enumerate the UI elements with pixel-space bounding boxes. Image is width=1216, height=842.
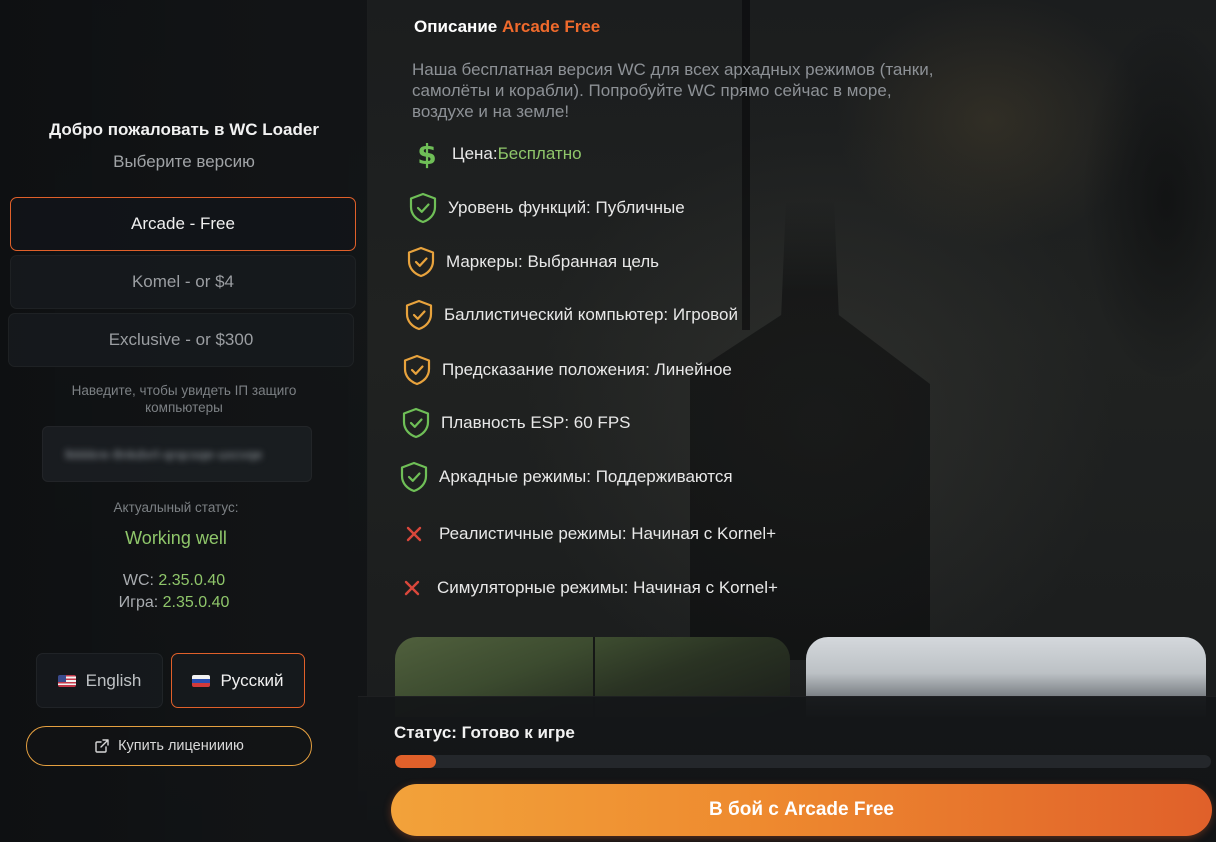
wc-version-value: 2.35.0.40 (158, 572, 226, 589)
wc-version-label: WC: (122, 572, 154, 589)
background-tree (1016, 0, 1216, 560)
progress-fill (395, 755, 436, 768)
launch-status: Статус: Готово к игре (394, 723, 575, 742)
version-label: Komel - or $4 (131, 272, 235, 291)
version-komel-button[interactable]: Komel - or $4 (10, 255, 356, 309)
dollar-icon: $ (412, 138, 442, 170)
feature-item: Баллистический компьютер: Игровой (404, 299, 738, 331)
feature-text: Предсказание положения: Линейное (442, 360, 732, 379)
version-label: Arcade - Free (131, 214, 235, 233)
buy-license-button[interactable]: Купить лиценииию (26, 726, 312, 766)
game-version-value: 2.35.0.40 (162, 594, 230, 611)
feature-text: Реалистичные режимы: Начиная с Kornel+ (439, 524, 777, 543)
sidebar: Добро пожаловать в WC Loader Выберите ве… (0, 0, 368, 842)
language-english-button[interactable]: English (36, 653, 163, 708)
description-title: Описание Arcade Free (414, 17, 600, 37)
shield-check-icon (399, 461, 429, 493)
game-version-line: Игра: 2.35.0.40 (0, 594, 348, 612)
feature-text: Маркеры: Выбранная цель (446, 252, 660, 271)
feature-item: Плавность ESP: 60 FPS (401, 407, 631, 439)
language-russian-button[interactable]: Русский (171, 653, 305, 708)
feature-item: Предсказание положения: Линейное (402, 354, 732, 386)
feature-item: Аркадные режимы: Поддерживаются (399, 461, 733, 493)
version-label: Exclusive - or $300 (108, 330, 254, 349)
choose-version-label: Выберите версию (113, 152, 255, 171)
shield-check-icon (406, 246, 436, 278)
x-icon (397, 572, 427, 604)
wc-version-line: WC: 2.35.0.40 (0, 572, 348, 590)
welcome-title: Добро пожаловать в WC Loader (49, 120, 319, 139)
version-exclusive-button[interactable]: Exclusive - or $300 (8, 313, 354, 367)
x-icon (399, 518, 429, 550)
play-button-label: В бой с Arcade Free (709, 799, 894, 820)
description-text: Наша бесплатная версия WC для всех архад… (412, 60, 934, 121)
ru-flag-icon (192, 674, 211, 687)
shield-check-icon (401, 407, 431, 439)
progress-bar (395, 755, 1211, 768)
language-label: English (85, 670, 142, 690)
buy-license-label: Купить лиценииию (118, 738, 244, 754)
play-button[interactable]: В бой с Arcade Free (391, 784, 1212, 836)
status-value: Working well (125, 528, 227, 548)
feature-item: Реалистичные режимы: Начиная с Kornel+ (399, 518, 776, 550)
feature-item: Маркеры: Выбранная цель (406, 246, 659, 278)
shield-check-icon (402, 354, 432, 386)
feature-item: Симуляторные режимы: Начиная с Kornel+ (397, 572, 778, 604)
feature-text: Симуляторные режимы: Начиная с Kornel+ (437, 578, 778, 597)
svg-text:$: $ (417, 139, 436, 169)
feature-text: Плавность ESP: 60 FPS (441, 413, 631, 432)
feature-item: Уровень функций: Публичные (408, 192, 685, 224)
shield-check-icon (408, 192, 438, 224)
ip-reveal-box[interactable]: lkkkkre-8nkdvrl-qrqcsqe-uxcvqe (42, 426, 312, 482)
ip-hint: Наведите, чтобы увидеть IП защиго компью… (71, 383, 297, 415)
version-arcade-button[interactable]: Arcade - Free (10, 197, 356, 251)
price-value: Бесплатно (497, 144, 582, 163)
price-label: Цена: (452, 144, 498, 163)
language-label: Русский (220, 670, 284, 690)
us-flag-icon (57, 674, 76, 687)
feature-text: Баллистический компьютер: Игровой (444, 305, 738, 324)
game-version-label: Игра: (118, 594, 159, 611)
feature-price: $ Цена: Бесплатно (412, 138, 582, 170)
description-title-prefix: Описание (414, 17, 502, 36)
description-title-accent: Arcade Free (501, 17, 601, 36)
feature-text: Аркадные режимы: Поддерживаются (439, 467, 733, 486)
feature-text: Уровень функций: Публичные (448, 198, 685, 217)
external-link-icon (95, 739, 109, 753)
ip-value-blurred: lkkkkre-8nkdvrl-qrqcsqe-uxcvqe (65, 446, 263, 462)
shield-check-icon (404, 299, 434, 331)
background-mast (742, 0, 750, 330)
status-label: Актуалыный статус: (113, 500, 239, 515)
